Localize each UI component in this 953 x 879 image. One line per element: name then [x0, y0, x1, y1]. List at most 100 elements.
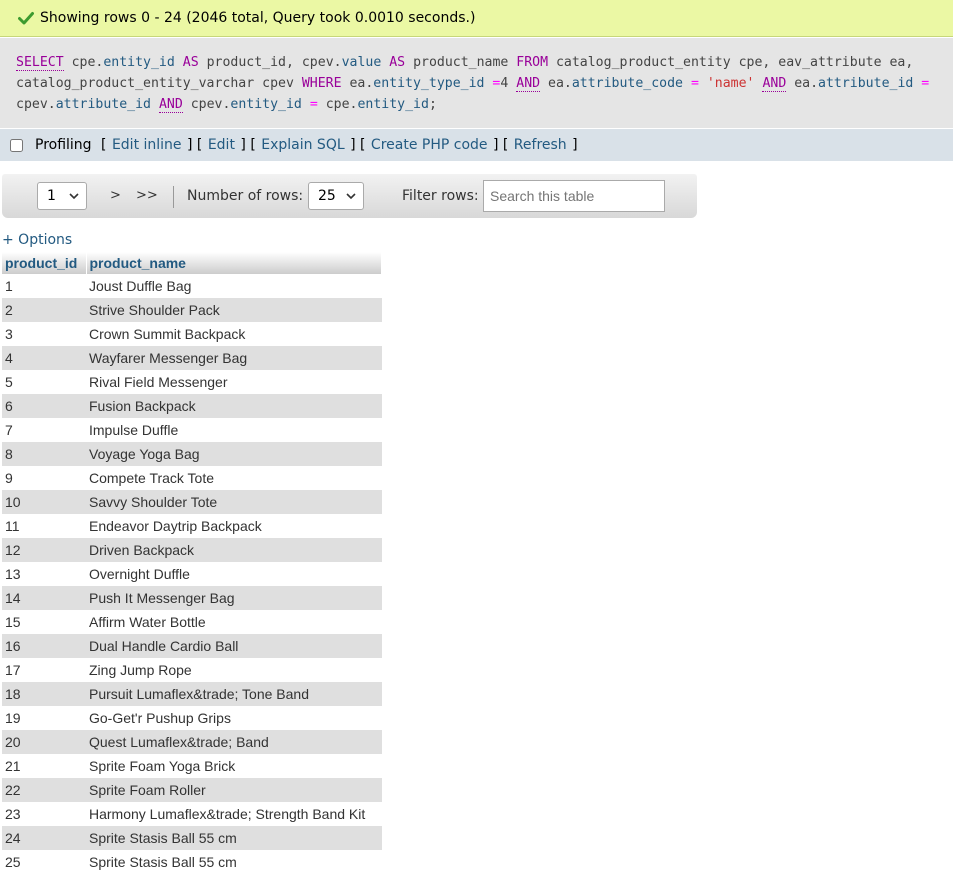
sql-token: attribute_id [55, 97, 151, 112]
cell-product-name: Sprite Stasis Ball 55 cm [86, 826, 382, 850]
cell-product-id: 21 [5, 758, 21, 774]
cell-product-name: Endeavor Daytrip Backpack [89, 518, 262, 534]
cell-product-name: Affirm Water Bottle [89, 614, 206, 630]
sql-token: 4 [500, 76, 517, 91]
sql-token: entity_id [230, 97, 302, 112]
cell-product-name: Fusion Backpack [86, 394, 382, 418]
cell-product-id: 22 [2, 778, 86, 802]
cell-product-name: Compete Track Tote [89, 470, 215, 486]
table-row[interactable]: 2 Strive Shoulder Pack [2, 298, 382, 322]
table-row[interactable]: 8 Voyage Yoga Bag [2, 442, 382, 466]
rows-per-page-select[interactable]: 25 [308, 182, 364, 210]
nav-separator [173, 186, 174, 208]
table-row[interactable]: 18 Pursuit Lumaflex&trade; Tone Band [2, 682, 382, 706]
sql-token: ; [428, 97, 437, 112]
cell-product-name: Quest Lumaflex&trade; Band [86, 730, 382, 754]
table-row[interactable]: 16 Dual Handle Cardio Ball [2, 634, 382, 658]
profiling-checkbox[interactable] [10, 138, 23, 152]
sql-token: value [341, 55, 382, 70]
sql-line-1: SELECT cpe.entity_id AS product_id, cpev… [16, 52, 937, 73]
table-row[interactable]: 13 Overnight Duffle [2, 562, 382, 586]
sql-token: cpe. [63, 55, 104, 70]
sql-token: cpev. [16, 97, 56, 112]
filter-rows-label: Filter rows: [402, 188, 479, 204]
sql-token: AND [762, 76, 787, 92]
sql-line-3: cpev.attribute_id AND cpev.entity_id = c… [16, 94, 937, 115]
next-page-button[interactable]: > [110, 188, 121, 203]
sql-token: AND [516, 76, 541, 92]
table-row[interactable]: 9 Compete Track Tote [2, 466, 382, 490]
cell-product-name: Pursuit Lumaflex&trade; Tone Band [86, 682, 382, 706]
cell-product-name: Go-Get'r Pushup Grips [89, 710, 231, 726]
cell-product-id: 8 [2, 442, 86, 466]
table-row[interactable]: 15 Affirm Water Bottle [2, 610, 382, 634]
explain-sql-link[interactable]: Explain SQL [261, 137, 344, 153]
table-row[interactable]: 11 Endeavor Daytrip Backpack [2, 514, 382, 538]
chevron-down-icon [346, 193, 356, 200]
sql-token: cpe. [317, 97, 358, 112]
cell-product-name: Sprite Stasis Ball 55 cm [89, 854, 237, 870]
page-select[interactable]: 1 [37, 182, 87, 210]
cell-product-id: 20 [2, 730, 86, 754]
table-row[interactable]: 25 Sprite Stasis Ball 55 cm [2, 850, 382, 874]
sql-token: FROM [516, 55, 549, 70]
table-row[interactable]: 14 Push It Messenger Bag [2, 586, 382, 610]
last-page-button[interactable]: >> [136, 188, 158, 203]
sql-token: 'name' [706, 76, 755, 91]
rows-label: Number of rows: [187, 188, 304, 204]
cell-product-id: 10 [2, 490, 86, 514]
cell-product-id: 17 [5, 662, 21, 678]
table-row[interactable]: 5 Rival Field Messenger [2, 370, 382, 394]
column-header-product-id[interactable]: product_id [2, 252, 87, 274]
table-row[interactable]: 1 Joust Duffle Bag [2, 274, 382, 298]
table-row[interactable]: 20 Quest Lumaflex&trade; Band [2, 730, 382, 754]
sql-token: product_name [405, 55, 517, 70]
sql-token: AND [158, 97, 183, 113]
profiling-bar: Profiling [ Edit inline ] [ Edit ] [ Exp… [0, 129, 953, 161]
table-row[interactable]: 3 Crown Summit Backpack [2, 322, 382, 346]
column-header-product-name[interactable]: product_name [86, 252, 382, 274]
table-row[interactable]: 6 Fusion Backpack [2, 394, 382, 418]
checkmark-icon [18, 12, 34, 25]
sql-token: catalog_product_entity cpe, eav_attribut… [548, 55, 914, 70]
cell-product-name: Rival Field Messenger [89, 374, 228, 390]
table-row[interactable]: 24 Sprite Stasis Ball 55 cm [2, 826, 382, 850]
table-row[interactable]: 4 Wayfarer Messenger Bag [2, 346, 382, 370]
table-row[interactable]: 10 Savvy Shoulder Tote [2, 490, 382, 514]
cell-product-id: 19 [5, 710, 21, 726]
cell-product-id: 14 [2, 586, 86, 610]
edit-inline-link[interactable]: Edit inline [112, 137, 182, 153]
create-php-code-link[interactable]: Create PHP code [371, 137, 488, 153]
sql-token: = [921, 76, 930, 91]
filter-search-input[interactable] [483, 180, 665, 212]
sql-token: SELECT [16, 55, 64, 71]
table-row[interactable]: 19 Go-Get'r Pushup Grips [2, 706, 382, 730]
cell-product-name: Joust Duffle Bag [89, 278, 192, 294]
sql-token: attribute_code [571, 76, 683, 91]
sql-token: ea. [540, 76, 572, 91]
table-row[interactable]: 21 Sprite Foam Yoga Brick [2, 754, 382, 778]
refresh-link[interactable]: Refresh [514, 137, 567, 153]
cell-product-name: Strive Shoulder Pack [86, 298, 382, 322]
table-row[interactable]: 22 Sprite Foam Roller [2, 778, 382, 802]
table-row[interactable]: 23 Harmony Lumaflex&trade; Strength Band … [2, 802, 382, 826]
cell-product-id: 1 [5, 278, 13, 294]
edit-link[interactable]: Edit [208, 137, 235, 153]
table-row[interactable]: 7 Impulse Duffle [2, 418, 382, 442]
table-row[interactable]: 17 Zing Jump Rope [2, 658, 382, 682]
options-toggle-link[interactable]: + Options [2, 232, 72, 248]
cell-product-id: 2 [2, 298, 86, 322]
sql-token: ea. [341, 76, 374, 91]
cell-product-id: 4 [2, 346, 86, 370]
cell-product-name: Push It Messenger Bag [86, 586, 382, 610]
sql-line-2: catalog_product_entity_varchar cpev WHER… [16, 73, 937, 94]
cell-product-name: Overnight Duffle [89, 566, 190, 582]
cell-product-name: Impulse Duffle [89, 422, 179, 438]
cell-product-name: Sprite Foam Yoga Brick [89, 758, 236, 774]
cell-product-name: Voyage Yoga Bag [86, 442, 382, 466]
cell-product-name: Harmony Lumaflex&trade; Strength Band Ki… [89, 806, 366, 822]
chevron-down-icon [69, 193, 79, 200]
sql-token: AS [389, 55, 406, 70]
table-row[interactable]: 12 Driven Backpack [2, 538, 382, 562]
